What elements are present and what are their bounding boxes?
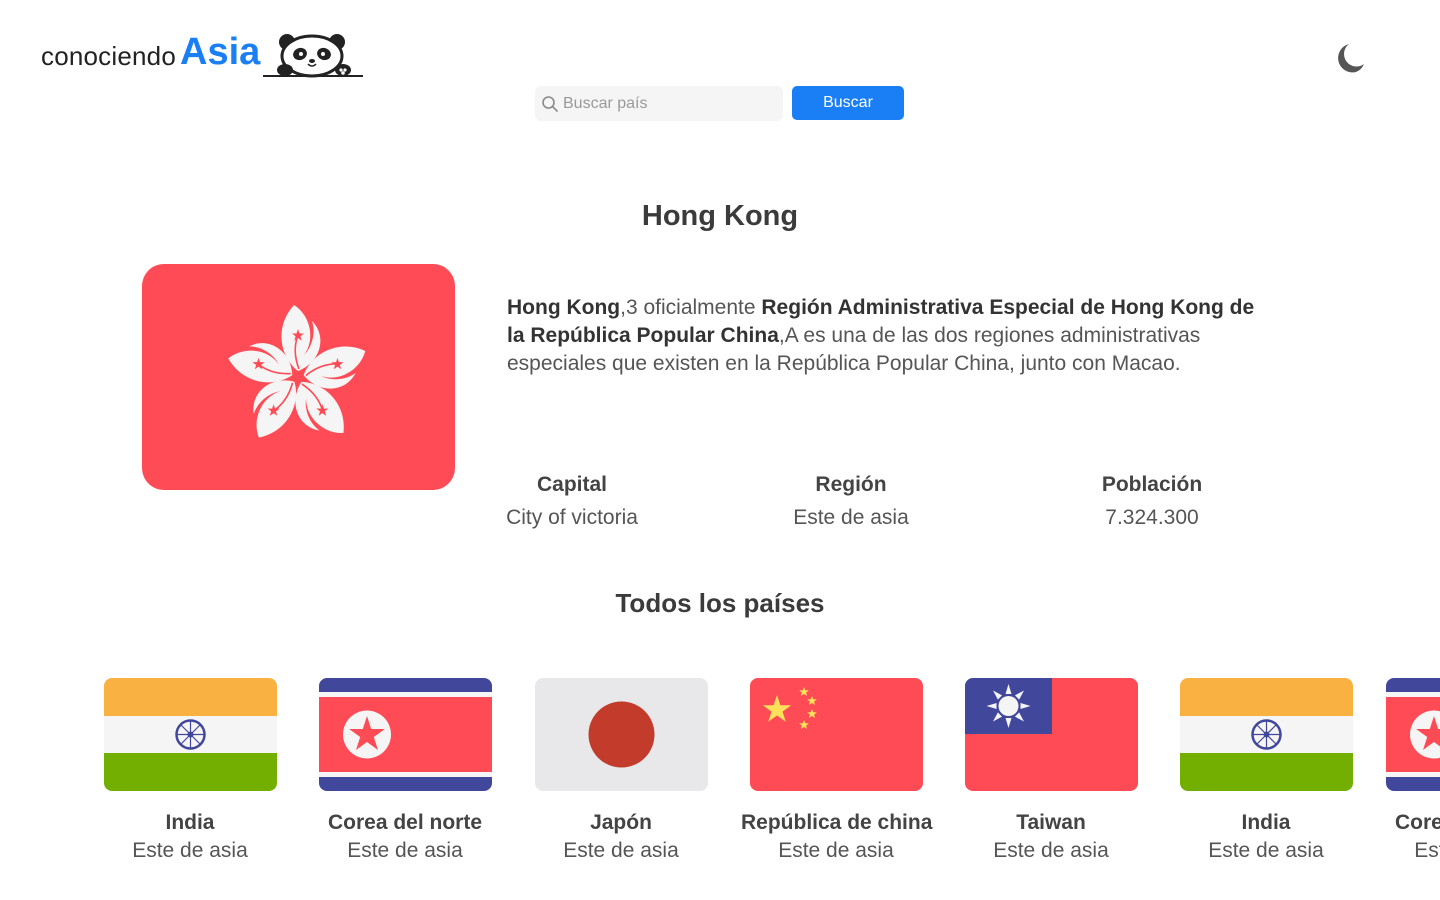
region-value: Este de asia	[793, 506, 909, 529]
stat-capital: Capital City of victoria	[493, 470, 651, 536]
country-region: Este de asia	[132, 839, 248, 862]
site-logo[interactable]: conociendo Asia	[41, 30, 364, 78]
search-button[interactable]: Buscar	[792, 86, 904, 120]
panda-icon	[263, 34, 364, 78]
taiwan-flag	[964, 678, 1138, 791]
search-box	[535, 86, 783, 121]
country-description: Hong Kong,3 oficialmente Región Administ…	[507, 294, 1267, 378]
stat-region: Región Este de asia	[772, 470, 930, 536]
country-card[interactable]: Taiwan Este de asia	[956, 678, 1146, 865]
desc-name: Hong Kong	[507, 296, 621, 319]
country-region: Este de asia	[778, 839, 894, 862]
north-korea-flag	[1386, 678, 1440, 791]
logo-main: Asia	[180, 31, 261, 73]
country-card[interactable]: Corea del norte Este de asia	[310, 678, 500, 865]
china-flag	[749, 678, 923, 791]
country-name: Japón	[590, 811, 652, 834]
logo-prefix: conociendo	[41, 41, 176, 71]
country-region: Este de asia	[1208, 839, 1324, 862]
country-card[interactable]: Corea del norte Este de asia	[1386, 678, 1440, 865]
country-name: Taiwan	[1016, 811, 1086, 834]
country-name: India	[165, 811, 215, 834]
population-label: Población	[1101, 473, 1203, 496]
population-value: 7.324.300	[1105, 506, 1199, 529]
capital-value: City of victoria	[506, 506, 638, 529]
stat-population: Población 7.324.300	[1073, 470, 1231, 536]
country-region: Este de asia	[347, 839, 463, 862]
desc-text1: oficialmente	[637, 296, 762, 319]
north-korea-flag	[318, 678, 492, 791]
country-card[interactable]: Japón Este de asia	[526, 678, 716, 865]
japan-flag	[534, 678, 708, 791]
country-card[interactable]: República de china Este de asia	[741, 678, 933, 865]
india-flag	[103, 678, 277, 791]
moon-icon[interactable]	[1332, 40, 1368, 76]
india-flag	[1179, 678, 1353, 791]
desc-sup2: ,A	[778, 324, 798, 347]
country-name: Corea del norte	[327, 811, 483, 834]
region-label: Región	[815, 473, 887, 496]
hong-kong-flag	[142, 264, 455, 490]
search-icon	[542, 95, 558, 112]
country-name: Corea del norte	[1394, 811, 1440, 834]
country-region: Este de asia	[1414, 839, 1440, 862]
country-card[interactable]: India Este de asia	[1171, 678, 1361, 865]
all-countries-title: Todos los países	[615, 588, 825, 618]
search-input[interactable]	[563, 94, 773, 113]
country-name: República de china	[741, 811, 933, 834]
desc-sup1: ,3	[620, 296, 638, 319]
capital-label: Capital	[536, 473, 607, 496]
country-name: India	[1241, 811, 1291, 834]
country-region: Este de asia	[563, 839, 679, 862]
country-region: Este de asia	[993, 839, 1109, 862]
country-card[interactable]: India Este de asia	[95, 678, 285, 865]
country-title: Hong Kong	[641, 200, 799, 232]
